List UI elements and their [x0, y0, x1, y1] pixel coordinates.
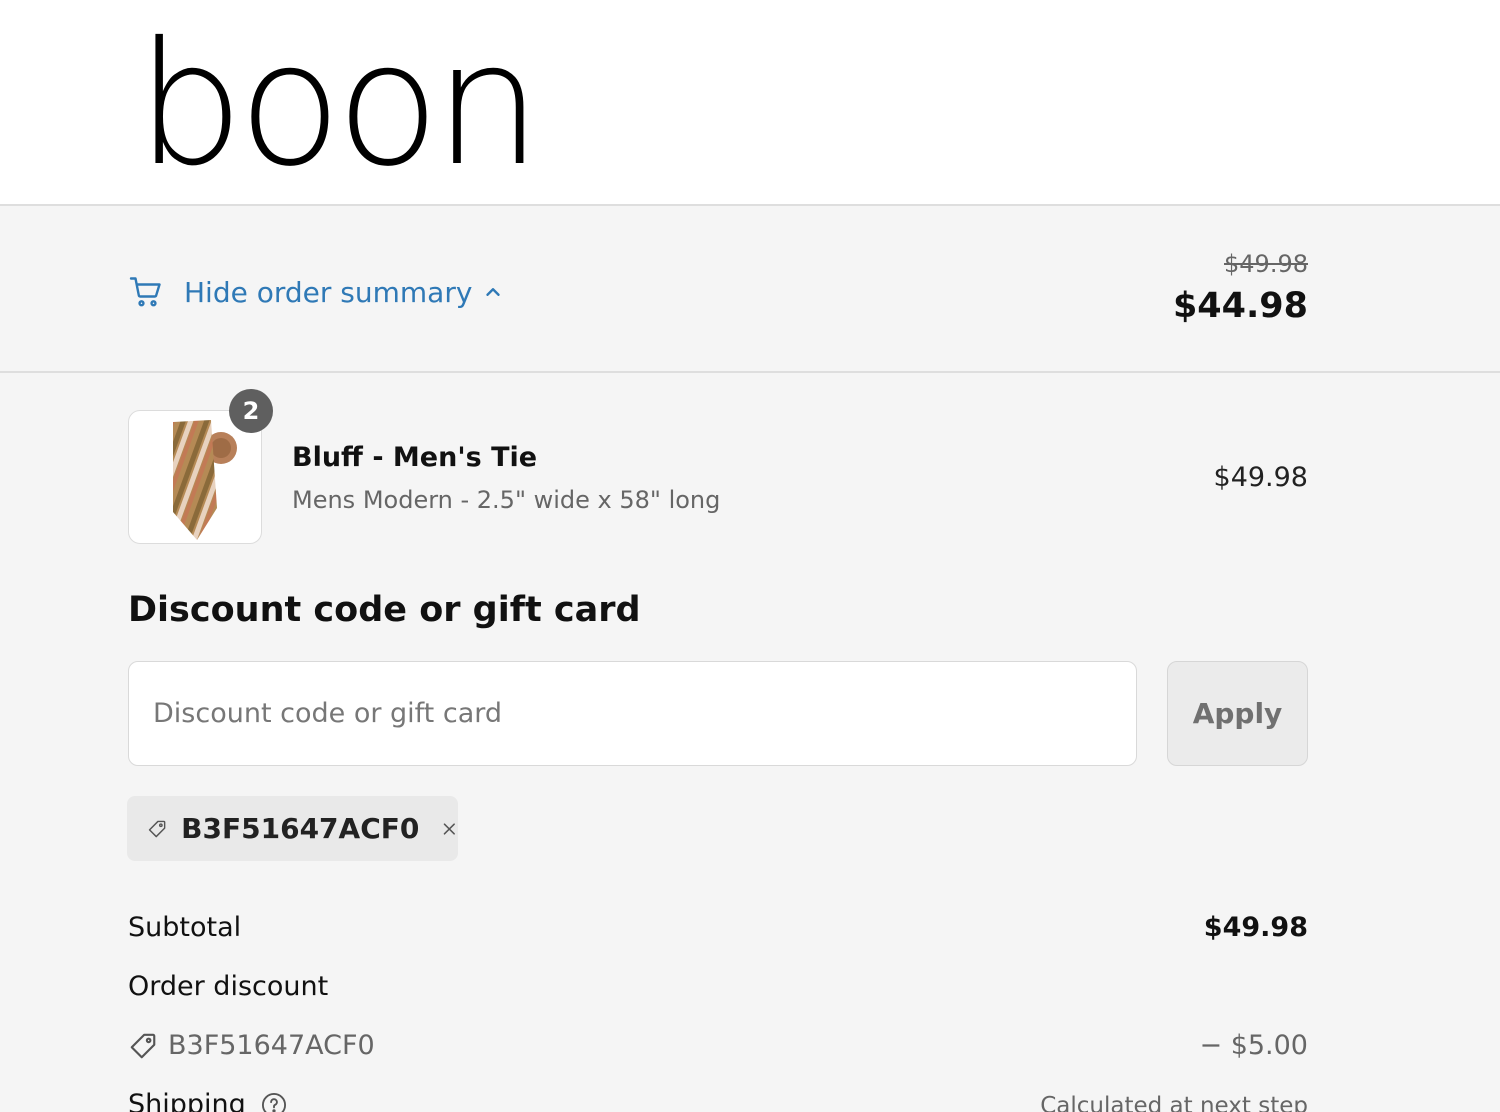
order-discount-code-text: B3F51647ACF0	[168, 1030, 375, 1061]
tie-image	[173, 420, 237, 540]
help-icon[interactable]	[260, 1091, 288, 1112]
order-summary-bar: Hide order summary $49.98 $44.98	[0, 206, 1500, 373]
order-discount-label: Order discount	[128, 971, 329, 1002]
chevron-up-icon	[486, 288, 501, 296]
brand-logo[interactable]: boon	[136, 20, 542, 190]
product-thumbnail: 2	[128, 389, 273, 544]
line-item: 2 Bluff - Men's Tie Mens Modern - 2.5" w…	[128, 389, 1308, 544]
apply-button[interactable]: Apply	[1167, 661, 1308, 766]
applied-discount-chip: B3F51647ACF0	[127, 796, 458, 861]
product-title: Bluff - Men's Tie	[292, 442, 538, 473]
subtotal-value: $49.98	[1203, 912, 1308, 943]
shipping-label: Shipping	[128, 1089, 288, 1112]
cart-icon	[129, 277, 161, 307]
shipping-value: Calculated at next step	[1040, 1093, 1308, 1112]
discount-code-input[interactable]	[128, 661, 1137, 766]
order-summary-toggle[interactable]: Hide order summary	[128, 274, 504, 310]
order-discount-amount: − $5.00	[1199, 1030, 1308, 1061]
shipping-label-text: Shipping	[128, 1089, 246, 1112]
order-total: $44.98	[1172, 286, 1308, 326]
product-variant: Mens Modern - 2.5" wide x 58" long	[292, 486, 721, 514]
close-icon[interactable]	[441, 815, 458, 843]
order-summary-toggle-label: Hide order summary	[184, 275, 473, 309]
order-discount-code: B3F51647ACF0	[128, 1030, 375, 1061]
applied-discount-code: B3F51647ACF0	[181, 812, 420, 845]
discount-heading: Discount code or gift card	[128, 590, 641, 630]
original-total: $49.98	[1224, 250, 1308, 278]
subtotal-label: Subtotal	[128, 912, 242, 943]
tag-icon	[130, 1033, 156, 1058]
quantity-badge: 2	[229, 389, 273, 433]
tag-icon	[148, 820, 166, 837]
product-price: $49.98	[1213, 462, 1308, 493]
header: boon	[0, 0, 1500, 206]
